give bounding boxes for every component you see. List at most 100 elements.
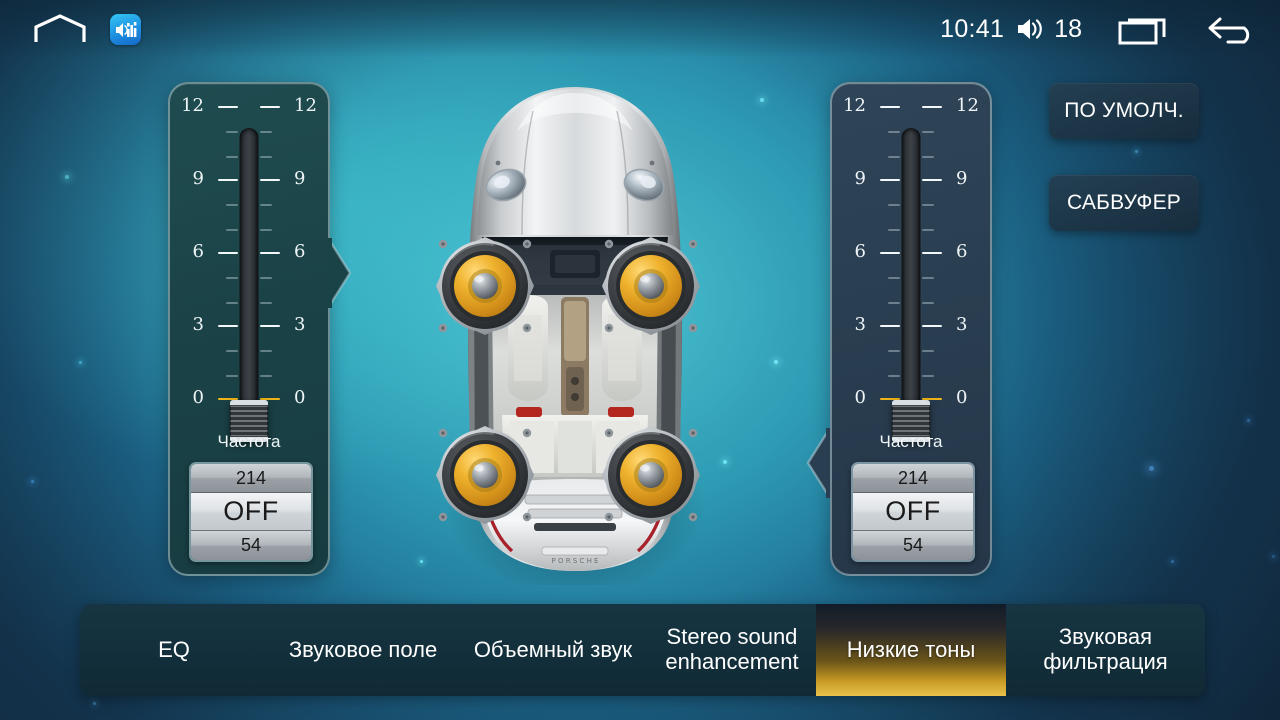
scale-tick-6: 6: [854, 243, 900, 261]
scale-tick-minor: [922, 350, 968, 352]
scale-tick-3: 3: [260, 316, 306, 334]
scale-tick-3: 3: [854, 316, 900, 334]
scale-tick-minor: [192, 204, 238, 206]
scale-tick-12: 12: [181, 97, 238, 115]
tab-sound-filtering[interactable]: Звуковая фильтрация: [1006, 604, 1205, 696]
sparkle-dot: [65, 175, 69, 179]
sparkle-dot: [1135, 150, 1138, 153]
tab-eq[interactable]: EQ: [80, 604, 268, 696]
scale-tick-9: 9: [922, 170, 968, 188]
scale-tick-6: 6: [192, 243, 238, 261]
scale-label-3: 3: [956, 314, 968, 335]
scale-tick-minor: [192, 350, 238, 352]
right-slider-rail[interactable]: [901, 128, 921, 440]
sparkle-dot: [723, 460, 727, 464]
volume-value: 18: [1054, 14, 1082, 43]
equalizer-app-icon[interactable]: [110, 14, 141, 45]
scale-tick-9: 9: [260, 170, 306, 188]
volume-indicator[interactable]: 18: [1016, 15, 1082, 44]
left-frequency-caption: Частота: [217, 432, 281, 451]
right-scale-column-right: 12 9 6 3 0: [922, 97, 979, 416]
sparkle-dot: [1272, 555, 1275, 558]
right-eq-scale: 12 9 6 3 0 12 9 6 3 0: [832, 97, 990, 442]
left-frequency-lower[interactable]: 54: [191, 531, 311, 560]
tab-sound-field[interactable]: Звуковое поле: [268, 604, 458, 696]
sparkle-dot: [760, 98, 764, 102]
scale-tick-12: 12: [922, 97, 979, 115]
scale-tick-6: 6: [260, 243, 306, 261]
left-channel-eq-panel: 12 9 6 3 0 12 9 6 3 0 Частота 214 OFF 54: [168, 82, 330, 576]
right-frequency-value[interactable]: OFF: [853, 493, 973, 531]
right-scale-column-left: 12 9 6 3 0: [843, 97, 900, 416]
scale-tick-minor: [922, 375, 968, 377]
right-frequency-upper[interactable]: 214: [853, 464, 973, 493]
rear-left-speaker[interactable]: [432, 422, 538, 528]
scale-tick-minor: [260, 131, 306, 133]
tab-bass[interactable]: Низкие тоны: [816, 604, 1006, 696]
scale-tick-12: 12: [843, 97, 900, 115]
subwoofer-button[interactable]: САБВУФЕР: [1049, 175, 1199, 231]
left-frequency-value[interactable]: OFF: [191, 493, 311, 531]
scale-tick-minor: [922, 229, 968, 231]
front-right-speaker[interactable]: [598, 233, 704, 339]
sparkle-dot: [420, 560, 423, 563]
scale-tick-minor: [260, 375, 306, 377]
speaker-volume-icon: [1018, 19, 1042, 39]
scale-label-6: 6: [294, 241, 306, 262]
scale-label-9: 9: [956, 168, 968, 189]
scale-tick-3: 3: [192, 316, 238, 334]
audio-mode-tabbar: EQ Звуковое поле Объемный звук Stereo so…: [80, 604, 1205, 696]
default-button[interactable]: ПО УМОЛЧ.: [1049, 83, 1199, 139]
left-frequency-upper[interactable]: 214: [191, 464, 311, 493]
sparkle-dot: [79, 361, 82, 364]
scale-tick-minor: [192, 302, 238, 304]
front-left-speaker[interactable]: [432, 233, 538, 339]
left-eq-scale: 12 9 6 3 0 12 9 6 3 0: [170, 97, 328, 442]
right-frequency-caption: Частота: [879, 432, 943, 451]
right-frequency-display[interactable]: 214 OFF 54: [851, 462, 975, 562]
scale-label-3: 3: [854, 314, 866, 335]
scale-label-9: 9: [854, 168, 866, 189]
scale-tick-minor: [854, 204, 900, 206]
scale-tick-minor: [854, 375, 900, 377]
scale-tick-minor: [854, 131, 900, 133]
scale-tick-minor: [854, 302, 900, 304]
scale-tick-minor: [854, 350, 900, 352]
recent-apps-icon[interactable]: [1118, 13, 1168, 45]
audio-settings-screen: 10:41 18 P O R S C H E 12 9 6 3 0 12 9 6…: [0, 0, 1280, 720]
scale-label-9: 9: [192, 168, 204, 189]
rear-right-speaker[interactable]: [598, 422, 704, 528]
right-frequency-lower[interactable]: 54: [853, 531, 973, 560]
scale-tick-minor: [260, 350, 306, 352]
scale-tick-minor: [922, 131, 968, 133]
back-arrow-icon[interactable]: [1208, 13, 1262, 45]
scale-tick-minor: [192, 131, 238, 133]
scale-label-3: 3: [192, 314, 204, 335]
tab-stereo-sound-enhancement[interactable]: Stereo sound enhancement: [648, 604, 816, 696]
scale-tick-minor: [922, 156, 968, 158]
scale-tick-minor: [922, 204, 968, 206]
scale-tick-minor: [922, 302, 968, 304]
sparkle-dot: [31, 480, 34, 483]
scale-label-12: 12: [843, 95, 866, 116]
tab-surround-sound[interactable]: Объемный звук: [458, 604, 648, 696]
scale-tick-9: 9: [192, 170, 238, 188]
scale-tick-minor: [260, 302, 306, 304]
scale-tick-minor: [260, 277, 306, 279]
sparkle-dot: [1247, 419, 1250, 422]
scale-tick-minor: [192, 375, 238, 377]
left-slider-rail[interactable]: [239, 128, 259, 440]
scale-tick-minor: [854, 229, 900, 231]
scale-tick-minor: [192, 156, 238, 158]
right-channel-eq-panel: 12 9 6 3 0 12 9 6 3 0 Частота 214 OFF 54: [830, 82, 992, 576]
sparkle-dot: [1171, 560, 1174, 563]
left-frequency-display[interactable]: 214 OFF 54: [189, 462, 313, 562]
scale-tick-minor: [192, 229, 238, 231]
clock: 10:41: [940, 14, 1005, 43]
car-speaker-diagram: P O R S C H E: [430, 85, 720, 585]
scale-label-0: 0: [854, 387, 866, 408]
scale-label-6: 6: [854, 241, 866, 262]
scale-tick-minor: [260, 229, 306, 231]
scale-label-12: 12: [181, 95, 204, 116]
home-icon[interactable]: [34, 14, 86, 44]
